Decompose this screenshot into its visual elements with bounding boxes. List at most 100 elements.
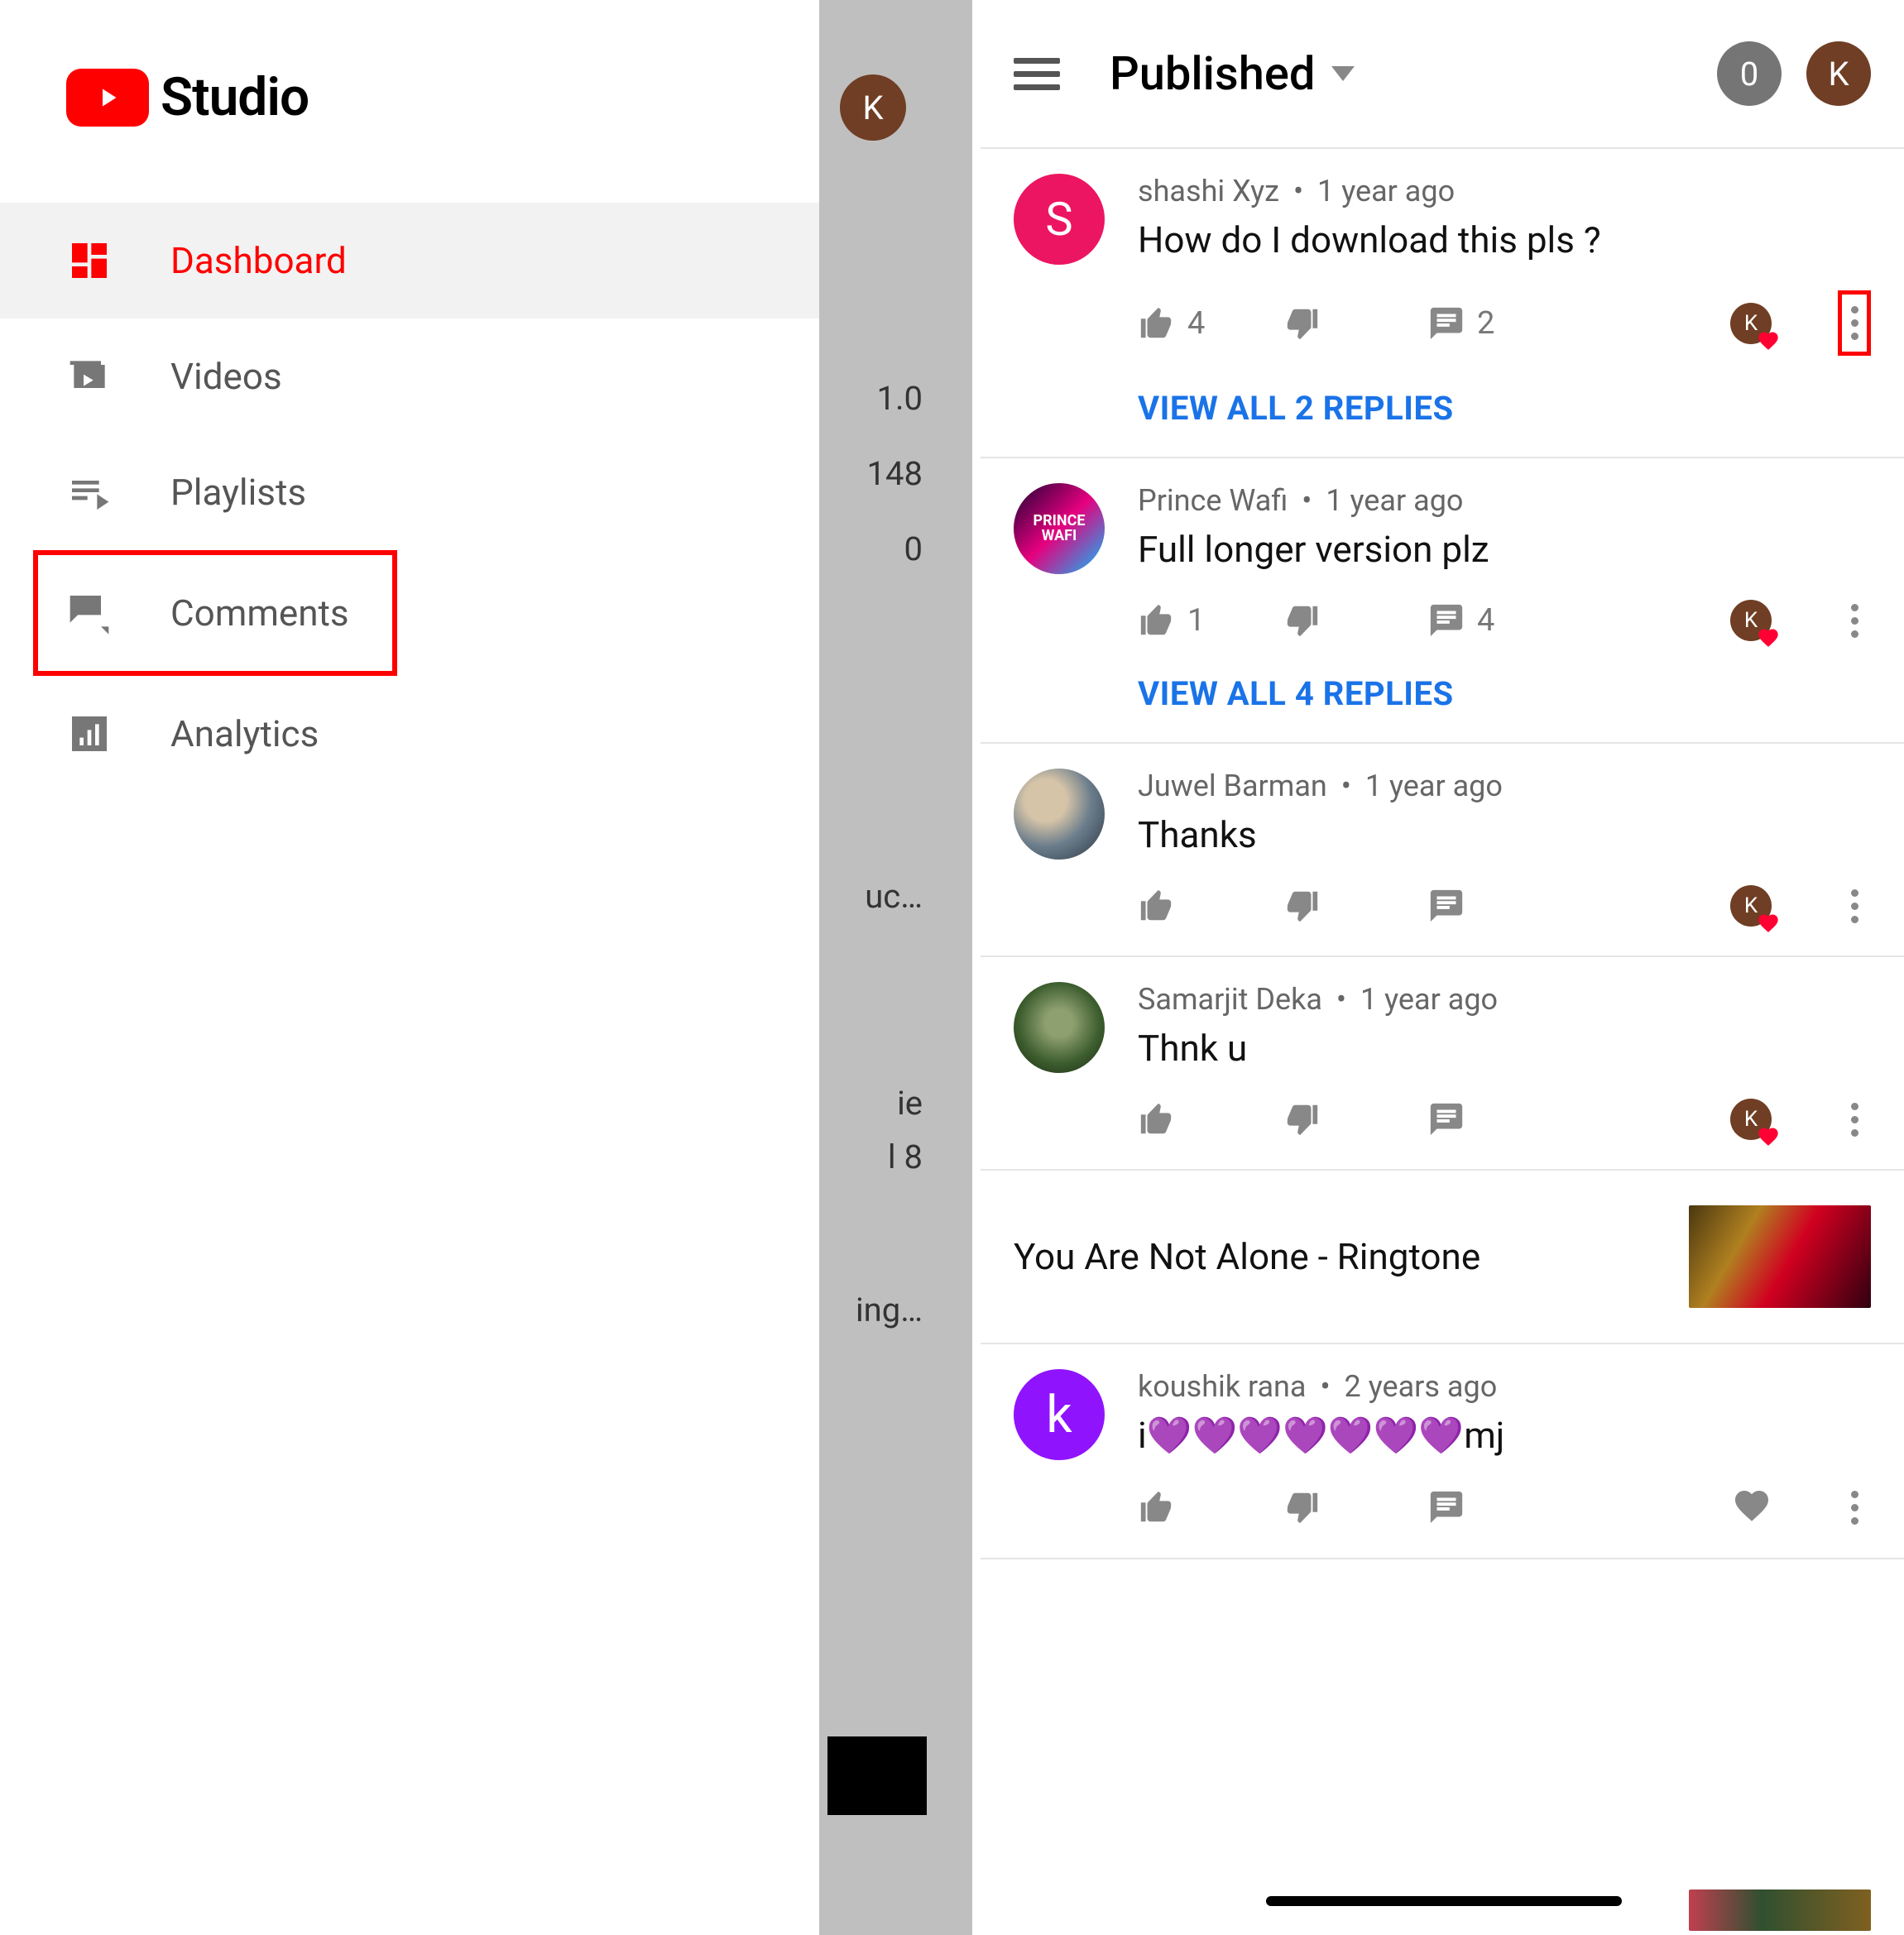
avatar[interactable] — [1014, 982, 1105, 1073]
comment-item: PRINCE WAFI Prince Wafi • 1 year ago Ful… — [981, 458, 1904, 744]
comment-meta: Samarjit Deka • 1 year ago — [1138, 982, 1871, 1017]
sidebar-item-label: Comments — [170, 592, 349, 635]
comments-icon — [66, 590, 113, 636]
more-button[interactable] — [1838, 1491, 1871, 1525]
avatar[interactable]: S — [1014, 174, 1105, 265]
reply-button[interactable]: 4 — [1427, 601, 1572, 639]
heart-button[interactable] — [1732, 1486, 1772, 1529]
comment-meta: koushik rana • 2 years ago — [1138, 1369, 1871, 1404]
dislike-button[interactable] — [1283, 1488, 1427, 1526]
reply-count: 4 — [1477, 602, 1494, 639]
dislike-button[interactable] — [1283, 304, 1427, 342]
reply-button[interactable] — [1427, 1488, 1572, 1526]
sidebar-item-label: Playlists — [170, 471, 306, 514]
chevron-down-icon — [1331, 66, 1355, 81]
more-button[interactable] — [1838, 1103, 1871, 1137]
menu-icon[interactable] — [1014, 50, 1060, 97]
stat-value: 1.0 — [876, 379, 923, 418]
sidebar-item-videos[interactable]: Videos — [0, 319, 819, 434]
sidebar-item-comments[interactable]: Comments — [33, 550, 397, 676]
comment-item: Samarjit Deka • 1 year ago Thnk u K — [981, 957, 1904, 1171]
stat-value: 148 — [867, 454, 923, 493]
comment-meta: Prince Wafi • 1 year ago — [1138, 483, 1871, 518]
playlists-icon — [66, 469, 113, 515]
comment-text: Full longer version plz — [1138, 528, 1871, 571]
text-snippet: uc… — [865, 877, 923, 916]
analytics-icon — [66, 711, 113, 757]
comment-text: How do I download this pls ? — [1138, 218, 1871, 261]
page-title-text: Published — [1110, 46, 1315, 101]
comment-time: 1 year ago — [1360, 982, 1498, 1017]
creator-heart-icon[interactable]: K — [1730, 1099, 1772, 1140]
comment-actions: 4 2 K — [1138, 290, 1871, 356]
avatar[interactable] — [1014, 769, 1105, 860]
comment-text: Thnk u — [1138, 1027, 1871, 1070]
comment-author[interactable]: Juwel Barman — [1138, 769, 1327, 803]
comment-actions: K — [1138, 885, 1871, 927]
comment-actions: 1 4 K — [1138, 600, 1871, 641]
comment-time: 2 years ago — [1345, 1369, 1498, 1404]
comment-item: S shashi Xyz • 1 year ago How do I downl… — [981, 149, 1904, 458]
videos-icon — [66, 353, 113, 400]
like-count: 4 — [1187, 305, 1205, 342]
comment-author[interactable]: Samarjit Deka — [1138, 982, 1322, 1017]
avatar[interactable]: k — [1014, 1369, 1105, 1460]
sidebar-item-label: Videos — [170, 355, 282, 398]
home-indicator — [1266, 1896, 1622, 1906]
dislike-button[interactable] — [1283, 887, 1427, 925]
comment-actions: K — [1138, 1099, 1871, 1140]
avatar[interactable]: K — [1806, 41, 1871, 106]
comment-actions — [1138, 1486, 1871, 1529]
creator-heart-icon[interactable]: K — [1730, 600, 1772, 641]
avatar[interactable]: PRINCE WAFI — [1014, 483, 1105, 574]
like-button[interactable]: 4 — [1138, 304, 1283, 342]
notification-badge[interactable]: 0 — [1717, 41, 1782, 106]
comment-meta: shashi Xyz • 1 year ago — [1138, 174, 1871, 208]
comment-time: 1 year ago — [1365, 769, 1503, 803]
like-button[interactable] — [1138, 887, 1283, 925]
like-button[interactable] — [1138, 1488, 1283, 1526]
comment-author[interactable]: shashi Xyz — [1138, 174, 1279, 208]
page-title-dropdown[interactable]: Published — [1110, 46, 1717, 101]
like-button[interactable]: 1 — [1138, 601, 1283, 639]
video-thumbnail — [1689, 1205, 1871, 1308]
text-snippet: ie — [897, 1084, 923, 1123]
text-snippet: ing… — [856, 1291, 923, 1329]
video-thumbnail — [827, 1736, 927, 1815]
reply-button[interactable] — [1427, 1100, 1572, 1138]
comment-meta: Juwel Barman • 1 year ago — [1138, 769, 1871, 803]
reply-button[interactable]: 2 — [1427, 304, 1572, 342]
comment-text: i💜💜💜💜💜💜💜mj — [1138, 1414, 1871, 1457]
right-panel: Published 0 K S shashi Xyz • 1 year ago … — [972, 0, 1904, 1935]
sidebar-item-analytics[interactable]: Analytics — [0, 676, 819, 792]
topbar: Published 0 K — [981, 0, 1904, 149]
sidebar-item-playlists[interactable]: Playlists — [0, 434, 819, 550]
video-title: You Are Not Alone - Ringtone — [1014, 1235, 1480, 1278]
comment-item: Juwel Barman • 1 year ago Thanks K — [981, 744, 1904, 957]
sidebar: Studio Dashboard Videos Playlists Commen… — [0, 0, 819, 1935]
sidebar-item-dashboard[interactable]: Dashboard — [0, 203, 819, 319]
comment-time: 1 year ago — [1317, 174, 1455, 208]
view-replies-link[interactable]: VIEW ALL 4 REPLIES — [1138, 674, 1871, 713]
creator-heart-icon[interactable]: K — [1730, 885, 1772, 927]
stat-value: 0 — [904, 529, 923, 568]
sidebar-item-label: Analytics — [170, 712, 319, 755]
brand: Studio — [0, 0, 819, 203]
dislike-button[interactable] — [1283, 601, 1427, 639]
comment-time: 1 year ago — [1326, 483, 1463, 518]
more-button[interactable] — [1838, 889, 1871, 923]
creator-heart-icon[interactable]: K — [1730, 303, 1772, 344]
view-replies-link[interactable]: VIEW ALL 2 REPLIES — [1138, 389, 1871, 428]
reply-count: 2 — [1477, 305, 1494, 342]
dislike-button[interactable] — [1283, 1100, 1427, 1138]
video-separator[interactable]: You Are Not Alone - Ringtone — [981, 1171, 1904, 1344]
comment-author[interactable]: Prince Wafi — [1138, 483, 1288, 518]
comment-author[interactable]: koushik rana — [1138, 1369, 1307, 1404]
more-button[interactable] — [1838, 290, 1871, 356]
video-thumbnail — [1689, 1889, 1871, 1931]
left-panel: Studio Dashboard Videos Playlists Commen… — [0, 0, 972, 1935]
text-snippet: l 8 — [888, 1138, 923, 1176]
more-button[interactable] — [1838, 604, 1871, 638]
reply-button[interactable] — [1427, 887, 1572, 925]
like-button[interactable] — [1138, 1100, 1283, 1138]
